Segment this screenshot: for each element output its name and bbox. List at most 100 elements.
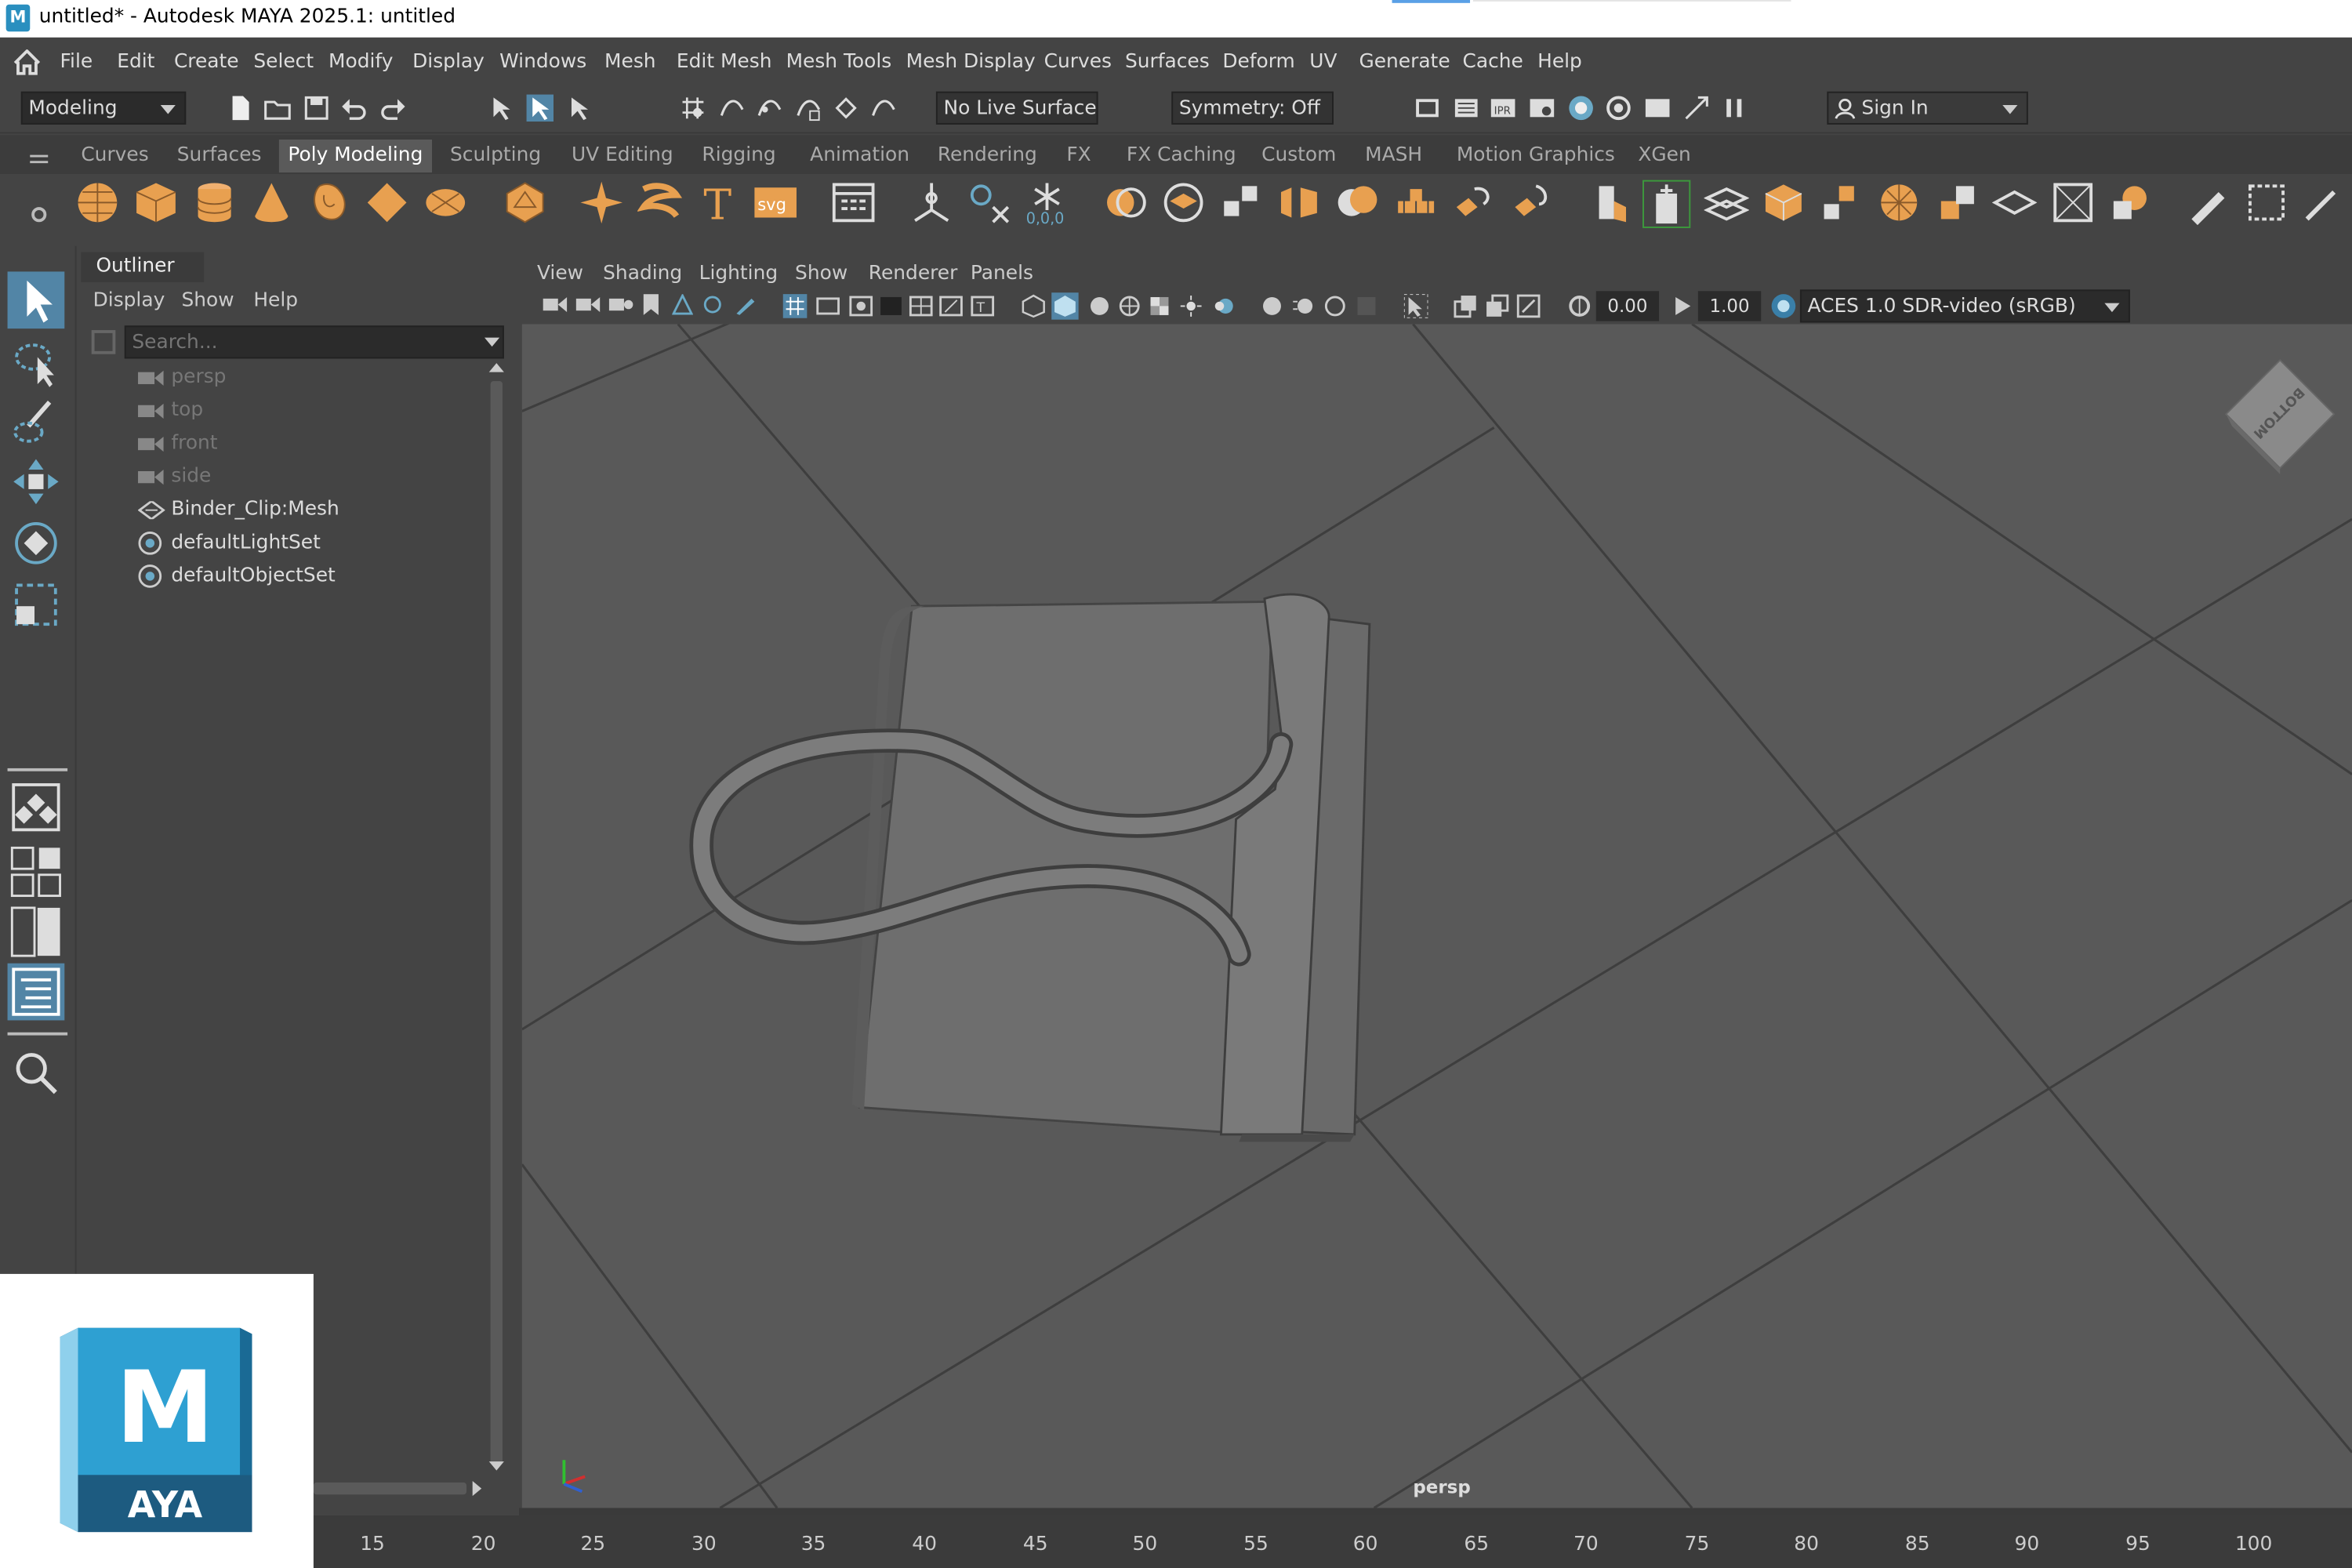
shelf-tab-motion-graphics[interactable]: Motion Graphics [1457,144,1615,167]
bevel-icon[interactable] [1761,180,1806,225]
shelf-tab-surfaces[interactable]: Surfaces [177,144,262,167]
light-editor-icon[interactable] [1644,95,1671,122]
menu-mesh-display[interactable]: Mesh Display [906,51,1036,74]
rotate-tool-icon[interactable] [8,514,65,572]
hypershade-icon[interactable] [1567,95,1594,122]
resolution-gate-icon[interactable] [849,294,873,318]
render-view-icon[interactable] [1605,95,1632,122]
binder-clip-mesh[interactable] [689,593,1371,1142]
use-all-lights-icon[interactable] [1179,294,1203,318]
menu-mesh[interactable]: Mesh [604,51,656,74]
shelf-tab-fx[interactable]: FX [1066,144,1091,167]
quad-draw-icon[interactable] [2186,180,2230,226]
scroll-down-icon[interactable] [488,1461,504,1471]
outliner-item-front[interactable]: front [138,432,218,455]
shelf-tab-sculpting[interactable]: Sculpting [450,144,541,167]
outliner-item-persp[interactable]: persp [138,366,226,389]
default-material-icon[interactable] [1087,294,1112,318]
anti-aliasing-icon[interactable] [1323,294,1348,318]
poly-plane-icon[interactable] [365,180,409,225]
textured-icon[interactable] [1148,294,1172,318]
viewport-menu-shading[interactable]: Shading [603,263,682,285]
outliner-layout-icon[interactable] [7,963,65,1021]
time-slider[interactable]: 15 20 25 30 35 40 45 50 55 60 65 70 75 8… [313,1515,2352,1568]
depth-of-field-icon[interactable] [1355,294,1379,318]
snap-point-icon[interactable] [756,95,782,122]
ipr-render-icon[interactable]: IPR [1490,95,1516,122]
menu-help[interactable]: Help [1537,51,1582,74]
grease-pencil-icon[interactable] [735,294,757,315]
poly-cube-icon[interactable] [133,180,178,225]
ambient-occlusion-icon[interactable] [1260,294,1284,318]
wireframe-on-shaded-icon[interactable] [1117,294,1142,318]
viewport-menu-show[interactable]: Show [795,263,848,285]
pause-viewport-icon[interactable] [1721,95,1748,122]
isolate-select-icon[interactable] [1403,294,1428,318]
menu-edit[interactable]: Edit [117,51,154,74]
outliner-menu-help[interactable]: Help [253,289,298,312]
outliner-item-side[interactable]: side [138,465,211,488]
outliner-horizontal-scrollbar[interactable] [313,1482,467,1495]
open-scene-icon[interactable] [264,95,291,122]
poly-cone-icon[interactable] [249,180,294,225]
delete-history-icon[interactable] [966,180,1011,225]
lasso-tool-icon[interactable] [8,333,65,390]
camera-attributes-icon[interactable] [608,294,633,315]
select-hierarchy-icon[interactable] [489,95,516,122]
xray-active-icon[interactable] [1485,294,1509,318]
four-pane-layout-icon[interactable] [8,844,65,901]
outliner-item-top[interactable]: top [138,399,203,422]
outliner-item-binder-clip[interactable]: Binder_Clip:Mesh [137,498,339,521]
menu-curves[interactable]: Curves [1044,51,1112,74]
shelf-tab-fx-caching[interactable]: FX Caching [1127,144,1236,167]
mash-network-icon[interactable] [831,180,876,225]
menu-uv[interactable]: UV [1309,51,1337,74]
outliner-title-tab[interactable]: Outliner [81,252,205,282]
shelf-tab-rigging[interactable]: Rigging [702,144,775,167]
film-gate-icon[interactable] [816,294,840,318]
merge-icon[interactable] [2050,180,2095,225]
menu-file[interactable]: File [60,51,93,74]
image-plane-icon[interactable] [672,294,693,315]
extrude-icon[interactable] [1587,180,1632,225]
select-object-icon[interactable] [526,94,554,122]
collapse-icon[interactable] [2107,180,2152,225]
outliner-vertical-scrollbar[interactable] [490,381,503,1465]
menu-select[interactable]: Select [253,51,314,74]
two-pane-layout-icon[interactable] [8,903,65,960]
wireframe-icon[interactable] [1022,294,1046,318]
flip-icon[interactable] [1991,180,2038,225]
menuset-dropdown[interactable]: Modeling [20,91,187,125]
snap-view-plane-icon[interactable] [795,95,822,122]
smooth-icon[interactable] [1276,180,1321,225]
chevron-down-icon[interactable] [484,337,500,347]
outliner-menu-show[interactable]: Show [182,289,234,312]
scroll-up-icon[interactable] [488,363,504,372]
snap-curve-icon[interactable] [718,95,745,122]
select-tool-arrow-icon[interactable] [7,271,65,329]
poly-sphere-icon[interactable] [75,180,120,225]
fill-hole-icon[interactable] [1877,180,1922,225]
camera-lock-icon[interactable] [575,294,601,315]
safe-action-icon[interactable] [939,294,964,318]
live-surface-field[interactable]: No Live Surface [935,91,1098,125]
camera-select-icon[interactable] [543,294,568,315]
poly-cylinder-icon[interactable] [192,180,237,225]
retopologize-icon[interactable] [1450,180,1495,225]
sweep-mesh-icon[interactable] [637,180,683,225]
grid-toggle-icon[interactable] [782,294,808,318]
viewport-menu-view[interactable]: View [537,263,583,285]
append-polygon-icon[interactable] [1818,180,1863,225]
undo-icon[interactable] [340,95,367,122]
motion-blur-icon[interactable] [1291,294,1316,318]
2d-pan-zoom-icon[interactable] [702,294,723,315]
freeze-transform-icon[interactable]: 0,0,0 [1025,180,1069,225]
color-management-icon[interactable] [1770,292,1797,319]
menu-cache[interactable]: Cache [1462,51,1523,74]
gamma-field[interactable]: 1.00 [1697,291,1762,321]
sign-in-dropdown[interactable]: Sign In [1827,91,2028,125]
paint-select-tool-icon[interactable] [8,393,65,450]
render-frame-icon[interactable] [1413,95,1439,122]
poly-disc-icon[interactable] [423,180,468,225]
menu-surfaces[interactable]: Surfaces [1125,51,1210,74]
